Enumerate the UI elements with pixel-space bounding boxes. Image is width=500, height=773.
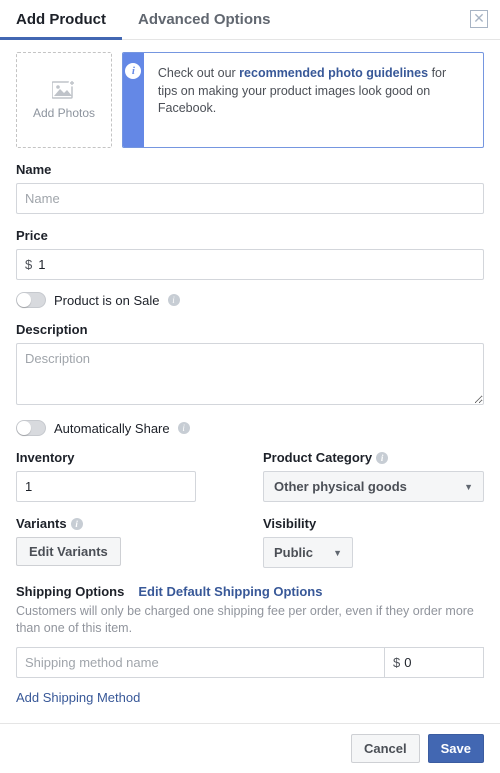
photo-guidelines-link[interactable]: recommended photo guidelines	[239, 66, 428, 80]
sale-toggle[interactable]	[16, 292, 46, 308]
dialog-body: Add Photos i Check out our recommended p…	[0, 40, 500, 705]
currency-symbol: $	[25, 257, 32, 272]
caret-down-icon: ▼	[333, 548, 342, 558]
tab-add-product[interactable]: Add Product	[0, 0, 122, 40]
name-label: Name	[16, 162, 484, 177]
edit-variants-button[interactable]: Edit Variants	[16, 537, 121, 566]
shipping-currency: $	[393, 655, 400, 670]
variants-label: Variants	[16, 516, 67, 531]
info-prefix: Check out our	[158, 66, 239, 80]
inventory-input[interactable]	[16, 471, 196, 502]
caret-down-icon: ▼	[464, 482, 473, 492]
variants-help-icon[interactable]: i	[71, 518, 83, 530]
price-label: Price	[16, 228, 484, 243]
shipping-method-input[interactable]	[16, 647, 384, 678]
auto-share-label: Automatically Share	[54, 421, 170, 436]
photo-guidelines-banner: i Check out our recommended photo guidel…	[122, 52, 484, 148]
save-button[interactable]: Save	[428, 734, 484, 763]
sale-help-icon[interactable]: i	[168, 294, 180, 306]
tabs-bar: Add Product Advanced Options ✕	[0, 0, 500, 40]
price-input[interactable]	[38, 250, 475, 279]
auto-share-toggle[interactable]	[16, 420, 46, 436]
category-selected: Other physical goods	[274, 479, 407, 494]
shipping-price-input-wrap[interactable]: $	[384, 647, 484, 678]
cancel-button[interactable]: Cancel	[351, 734, 420, 763]
shipping-title: Shipping Options	[16, 584, 124, 599]
inventory-label: Inventory	[16, 450, 237, 465]
add-photos-label: Add Photos	[33, 106, 95, 120]
edit-shipping-defaults-link[interactable]: Edit Default Shipping Options	[138, 584, 322, 599]
auto-share-help-icon[interactable]: i	[178, 422, 190, 434]
info-strip: i	[123, 53, 144, 147]
visibility-select[interactable]: Public ▼	[263, 537, 353, 568]
category-help-icon[interactable]: i	[376, 452, 388, 464]
tab-advanced-options[interactable]: Advanced Options	[122, 0, 287, 40]
description-input[interactable]	[16, 343, 484, 405]
visibility-label: Visibility	[263, 516, 484, 531]
add-photos-dropzone[interactable]: Add Photos	[16, 52, 112, 148]
sale-toggle-label: Product is on Sale	[54, 293, 160, 308]
dialog-footer: Cancel Save	[0, 723, 500, 773]
shipping-price-input[interactable]	[404, 648, 475, 677]
shipping-description: Customers will only be charged one shipp…	[16, 603, 484, 637]
add-shipping-method-link[interactable]: Add Shipping Method	[16, 690, 140, 705]
visibility-selected: Public	[274, 545, 313, 560]
description-label: Description	[16, 322, 484, 337]
price-input-wrap[interactable]: $	[16, 249, 484, 280]
close-icon[interactable]: ✕	[470, 10, 488, 28]
category-label: Product Category	[263, 450, 372, 465]
info-icon: i	[125, 63, 141, 79]
name-input[interactable]	[16, 183, 484, 214]
category-select[interactable]: Other physical goods ▼	[263, 471, 484, 502]
add-photo-icon	[52, 80, 76, 100]
